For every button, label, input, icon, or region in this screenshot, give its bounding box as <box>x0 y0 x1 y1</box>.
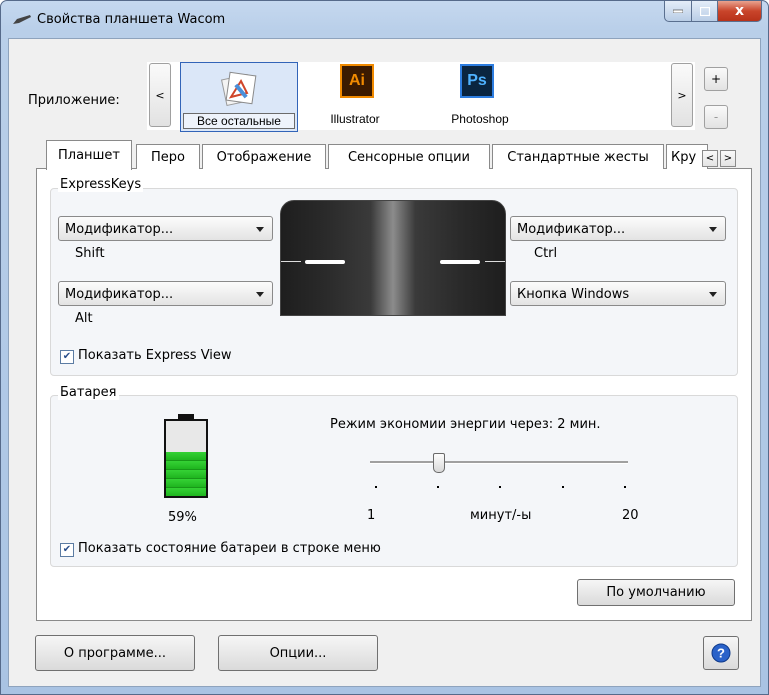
tab-label: Стандартные жесты <box>507 149 649 165</box>
tab-scroll-left[interactable]: < <box>702 150 718 167</box>
app-photoshop[interactable]: Ps Photoshop <box>440 62 520 130</box>
maximize-button[interactable] <box>692 1 718 22</box>
app-name: Illustrator <box>330 112 380 126</box>
app-next-button[interactable]: > <box>671 63 693 127</box>
expresskey-marker-left <box>305 260 345 264</box>
expresskey-left-bottom-select[interactable]: Модификатор... <box>58 281 273 306</box>
select-value: Модификатор... <box>517 222 626 237</box>
chevron-down-icon <box>709 227 717 232</box>
title-bar[interactable]: Свойства планшета Wacom x <box>1 1 768 39</box>
button-label: По умолчанию <box>606 585 706 600</box>
tab-standard-gestures[interactable]: Стандартные жесты <box>492 144 664 169</box>
pen-icon <box>13 15 31 24</box>
maximize-icon <box>699 6 710 16</box>
chevron-right-icon: > <box>723 153 733 164</box>
default-button[interactable]: По умолчанию <box>577 579 735 606</box>
tab-label: Кру <box>671 149 697 165</box>
select-value: Модификатор... <box>65 222 174 237</box>
minimize-icon <box>673 9 683 13</box>
expresskey-right-top-select[interactable]: Модификатор... <box>510 216 726 241</box>
slider-min-label: 1 <box>367 508 376 523</box>
help-button[interactable]: ? <box>703 636 739 670</box>
about-button[interactable]: О программе... <box>35 635 195 671</box>
slider-tick <box>624 486 626 488</box>
illustrator-icon-text: Ai <box>349 72 365 89</box>
power-save-slider-thumb[interactable] <box>433 453 445 473</box>
slider-tick <box>437 486 439 488</box>
select-value: Кнопка Windows <box>517 287 630 302</box>
show-battery-status-checkbox[interactable]: ✔ <box>60 543 74 557</box>
chevron-down-icon <box>256 292 264 297</box>
battery-title: Батарея <box>58 385 119 400</box>
illustrator-icon: Ai <box>340 64 374 98</box>
battery-icon <box>164 414 208 498</box>
expresskey-left-top-select[interactable]: Модификатор... <box>58 216 273 241</box>
power-save-slider-track[interactable] <box>370 461 628 464</box>
show-express-view-label[interactable]: Показать Express View <box>78 348 232 363</box>
app-prev-button[interactable]: < <box>149 63 171 127</box>
expresskey-marker-right <box>440 260 480 264</box>
checkmark-icon: ✔ <box>62 544 72 555</box>
show-battery-status-label[interactable]: Показать состояние батареи в строке меню <box>78 541 381 556</box>
plus-icon: + <box>710 72 722 86</box>
button-label: О программе... <box>63 645 167 661</box>
tab-pen[interactable]: Перо <box>136 144 200 169</box>
select-value: Модификатор... <box>65 287 174 302</box>
tablet-illustration <box>280 200 506 316</box>
photoshop-icon-text: Ps <box>467 72 487 89</box>
app-name: Все остальные <box>183 113 295 129</box>
tab-tablet[interactable]: Планшет <box>46 140 132 170</box>
help-icon: ? <box>711 643 731 663</box>
app-label: Приложение: <box>28 93 120 108</box>
all-apps-icon <box>220 71 257 107</box>
photoshop-icon: Ps <box>460 64 494 98</box>
minimize-button[interactable] <box>664 1 692 22</box>
remove-app-button[interactable]: - <box>704 105 728 129</box>
tab-touch-options[interactable]: Сенсорные опции <box>328 144 490 169</box>
app-all-others[interactable]: Все остальные <box>180 62 298 132</box>
tab-label: Планшет <box>57 148 121 163</box>
slider-tick <box>562 486 564 488</box>
tab-label: Перо <box>151 149 185 165</box>
expresskey-line-left <box>281 261 301 262</box>
expresskeys-title: ExpressKeys <box>58 177 144 192</box>
close-icon: x <box>734 3 745 19</box>
app-illustrator[interactable]: Ai Illustrator <box>315 62 395 130</box>
chevron-left-icon: < <box>705 153 715 164</box>
window-controls: x <box>664 1 762 22</box>
chevron-down-icon <box>709 292 717 297</box>
tab-scroll-right[interactable]: > <box>720 150 736 167</box>
power-save-label: Режим экономии энергии через: 2 мин. <box>330 417 601 432</box>
expresskey-line-right <box>485 261 505 262</box>
svg-text:?: ? <box>717 646 725 661</box>
chevron-down-icon <box>256 227 264 232</box>
battery-percent: 59% <box>168 510 197 525</box>
chevron-left-icon: < <box>155 88 165 102</box>
chevron-right-icon: > <box>677 88 687 102</box>
slider-tick <box>499 486 501 488</box>
slider-max-label: 20 <box>622 508 639 523</box>
slider-unit-label: минут/-ы <box>470 508 532 523</box>
close-button[interactable]: x <box>718 1 762 22</box>
battery-fill <box>166 451 206 496</box>
expresskey-left-bottom-sub: Alt <box>75 311 93 326</box>
show-express-view-checkbox[interactable]: ✔ <box>60 350 74 364</box>
tab-label: Сенсорные опции <box>347 149 471 165</box>
minus-icon: - <box>713 110 719 124</box>
tab-mapping[interactable]: Отображение <box>202 144 326 169</box>
expresskey-right-bottom-select[interactable]: Кнопка Windows <box>510 281 726 306</box>
checkmark-icon: ✔ <box>62 351 72 362</box>
expresskey-right-top-sub: Ctrl <box>534 246 558 261</box>
tab-label: Отображение <box>216 149 312 165</box>
window-title: Свойства планшета Wacom <box>37 12 226 27</box>
app-name: Photoshop <box>451 112 509 126</box>
options-button[interactable]: Опции... <box>218 635 378 671</box>
add-app-button[interactable]: + <box>704 67 728 91</box>
expresskey-left-top-sub: Shift <box>75 246 105 261</box>
button-label: Опции... <box>269 645 327 661</box>
slider-tick <box>375 486 377 488</box>
